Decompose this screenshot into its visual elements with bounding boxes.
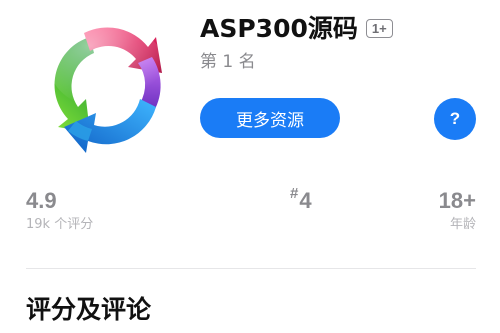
rating-stat: 4.9 19k 个评分 (26, 188, 93, 234)
help-button[interactable]: ? (434, 98, 476, 140)
app-title-row: ASP300源码 1+ (200, 10, 393, 44)
rating-count: 19k 个评分 (26, 217, 94, 232)
rank-number: 4 (299, 188, 312, 213)
age-value: 18+ (438, 188, 476, 213)
app-title: ASP300源码 (200, 14, 358, 43)
rating-value: 4.9 (26, 188, 57, 213)
more-resources-button[interactable]: 更多资源 (200, 98, 340, 138)
age-caption: 年龄 (449, 217, 476, 232)
circular-arrows-icon (28, 7, 178, 157)
app-store-page: ASP300源码 1+ 第 1 名 更多资源 ? 4.9 19k 个评分 # 4… (0, 0, 500, 333)
ratings-reviews-heading: 评分及评论 (26, 295, 152, 324)
age-rating-badge: 1+ (365, 18, 393, 38)
rank-hash-symbol: # (290, 185, 299, 202)
category-rank: 第 1 名 (200, 52, 256, 72)
chart-rank-value: # 4 (290, 185, 312, 214)
question-mark-icon: ? (449, 109, 461, 128)
age-stat: 18+ 年龄 (439, 188, 476, 234)
section-divider (26, 268, 476, 269)
chart-rank-stat: # 4 (290, 185, 312, 214)
